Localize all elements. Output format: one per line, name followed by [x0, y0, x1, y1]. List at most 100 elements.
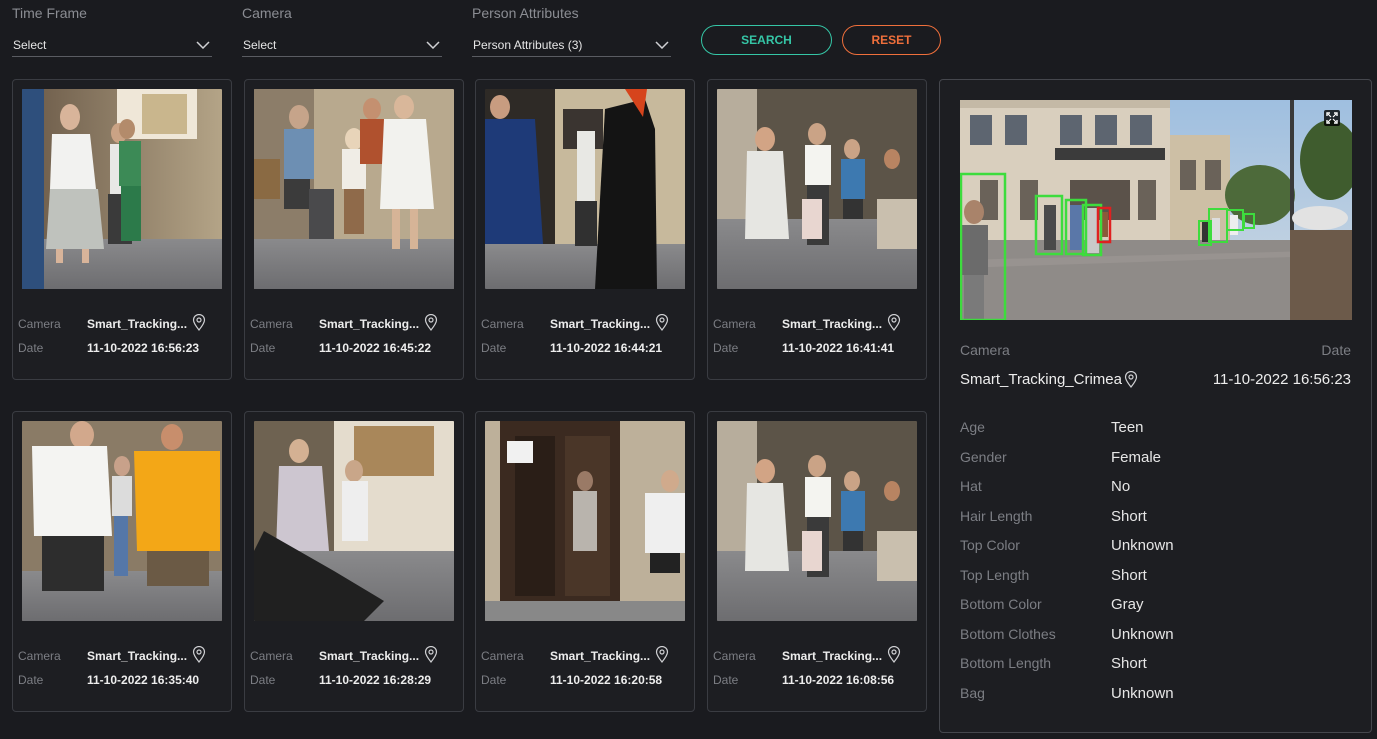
attribute-row: Bottom Clothes Unknown [960, 626, 1350, 646]
result-card[interactable]: Camera Smart_Tracking... Date 11-10-2022… [707, 411, 927, 712]
location-pin-icon[interactable] [655, 314, 669, 331]
result-card[interactable]: Camera Smart_Tracking... Date 11-10-2022… [707, 79, 927, 380]
time-frame-filter: Time Frame Select [12, 4, 212, 57]
attribute-row: Hair Length Short [960, 508, 1350, 528]
camera-name: Smart_Tracking... [782, 649, 883, 663]
camera-filter-label: Camera [242, 5, 292, 21]
date-label: Date [713, 341, 739, 355]
result-card[interactable]: Camera Smart_Tracking... Date 11-10-2022… [12, 411, 232, 712]
chevron-down-icon [655, 40, 669, 49]
date-label: Date [18, 341, 44, 355]
attribute-key: Bottom Length [960, 655, 1052, 671]
person-attributes-label: Person Attributes [472, 5, 579, 21]
detail-camera-row: Smart_Tracking_Crimea [960, 371, 1138, 388]
result-card[interactable]: Camera Smart_Tracking... Date 11-10-2022… [244, 411, 464, 712]
location-pin-icon[interactable] [1124, 371, 1138, 388]
person-thumbnail[interactable] [485, 421, 685, 621]
result-card[interactable]: Camera Smart_Tracking... Date 11-10-2022… [475, 411, 695, 712]
detail-panel: Camera Date Smart_Tracking_Crimea 11-10-… [939, 79, 1372, 733]
attribute-value: Gray [1111, 596, 1144, 613]
camera-name: Smart_Tracking... [550, 317, 651, 331]
detail-date-label: Date [1321, 342, 1351, 358]
chevron-down-icon [426, 40, 440, 49]
camera-label: Camera [713, 649, 756, 663]
camera-label: Camera [481, 317, 524, 331]
attribute-key: Hair Length [960, 507, 1033, 524]
date-value: 11-10-2022 16:44:21 [550, 341, 663, 355]
attribute-value: Unknown [1111, 537, 1174, 554]
person-attributes-select[interactable]: Person Attributes (3) [472, 33, 671, 57]
person-thumbnail[interactable] [717, 89, 917, 289]
attribute-value: Short [1111, 507, 1147, 525]
chevron-down-icon [196, 40, 210, 49]
camera-name: Smart_Tracking... [550, 649, 651, 663]
reset-button[interactable]: RESET [842, 25, 941, 55]
expand-icon[interactable] [1324, 110, 1340, 126]
date-value: 11-10-2022 16:45:22 [319, 341, 432, 355]
attribute-row: Gender Female [960, 449, 1350, 469]
time-frame-select[interactable]: Select [12, 33, 212, 57]
person-attributes-filter: Person Attributes Person Attributes (3) [472, 4, 671, 57]
attribute-row: Top Length Short [960, 567, 1350, 587]
camera-filter-value: Select [243, 37, 277, 52]
date-value: 11-10-2022 16:41:41 [782, 341, 895, 355]
camera-label: Camera [481, 649, 524, 663]
date-value: 11-10-2022 16:56:23 [87, 341, 200, 355]
camera-label: Camera [250, 317, 293, 331]
camera-name: Smart_Tracking... [87, 649, 188, 663]
person-thumbnail[interactable] [254, 89, 454, 289]
date-label: Date [18, 673, 44, 687]
result-card[interactable]: Camera Smart_Tracking... Date 11-10-2022… [12, 79, 232, 380]
location-pin-icon[interactable] [424, 314, 438, 331]
attribute-key: Bottom Clothes [960, 625, 1056, 642]
attribute-key: Bottom Color [960, 596, 1042, 612]
attribute-value: Unknown [1111, 684, 1174, 702]
attribute-value: Teen [1111, 419, 1144, 436]
location-pin-icon[interactable] [192, 646, 206, 663]
camera-select[interactable]: Select [242, 33, 442, 57]
location-pin-icon[interactable] [192, 314, 206, 331]
date-value: 11-10-2022 16:08:56 [782, 673, 895, 687]
date-label: Date [481, 341, 507, 355]
detail-date-value: 11-10-2022 16:56:23 [1212, 371, 1351, 388]
time-frame-value: Select [13, 37, 47, 52]
attribute-row: Hat No [960, 478, 1350, 498]
camera-name: Smart_Tracking... [782, 317, 883, 331]
camera-filter: Camera Select [242, 4, 442, 57]
attribute-key: Top Length [960, 566, 1030, 583]
result-card[interactable]: Camera Smart_Tracking... Date 11-10-2022… [475, 79, 695, 380]
person-thumbnail[interactable] [485, 89, 685, 289]
person-thumbnail[interactable] [717, 421, 917, 621]
scene-image[interactable] [960, 100, 1352, 320]
attribute-row: Age Teen [960, 419, 1350, 439]
person-thumbnail[interactable] [22, 89, 222, 289]
camera-label: Camera [250, 649, 293, 663]
person-thumbnail[interactable] [22, 421, 222, 621]
location-pin-icon[interactable] [655, 646, 669, 663]
attribute-row: Bag Unknown [960, 685, 1350, 705]
attribute-value: Short [1111, 655, 1147, 672]
attribute-value: Unknown [1111, 625, 1174, 643]
attribute-key: Age [960, 419, 985, 435]
person-attributes-value: Person Attributes (3) [473, 37, 583, 52]
date-value: 11-10-2022 16:28:29 [319, 673, 432, 687]
attribute-row: Bottom Color Gray [960, 596, 1350, 616]
person-thumbnail[interactable] [254, 421, 454, 621]
date-label: Date [713, 673, 739, 687]
camera-label: Camera [18, 317, 61, 331]
date-label: Date [481, 673, 507, 687]
detail-camera-name: Smart_Tracking_Crimea [960, 371, 1122, 388]
camera-label: Camera [713, 317, 756, 331]
attribute-value: Female [1111, 448, 1162, 466]
attribute-key: Gender [960, 448, 1007, 465]
date-label: Date [250, 341, 276, 355]
location-pin-icon[interactable] [887, 314, 901, 331]
location-pin-icon[interactable] [424, 646, 438, 663]
attribute-key: Top Color [960, 537, 1020, 553]
result-card[interactable]: Camera Smart_Tracking... Date 11-10-2022… [244, 79, 464, 380]
search-button[interactable]: SEARCH [701, 25, 832, 55]
location-pin-icon[interactable] [887, 646, 901, 663]
date-label: Date [250, 673, 276, 687]
camera-name: Smart_Tracking... [87, 317, 188, 331]
date-value: 11-10-2022 16:20:58 [550, 673, 663, 687]
